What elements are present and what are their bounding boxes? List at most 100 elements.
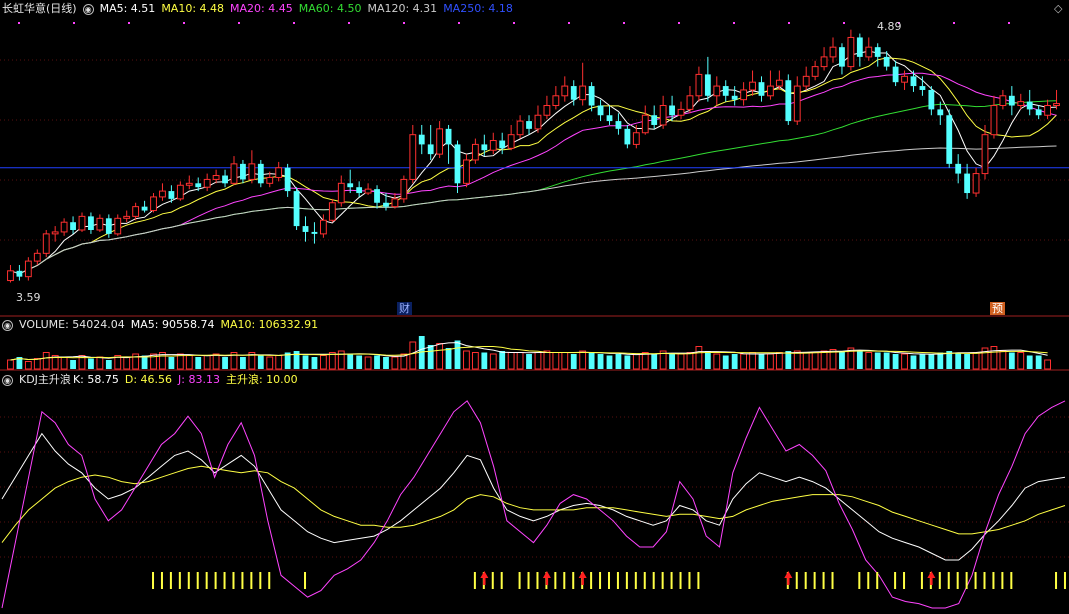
zsl-bar xyxy=(831,572,834,589)
candle-body-up xyxy=(802,75,810,87)
volume-bar-up xyxy=(775,352,783,370)
candle-body-down xyxy=(16,270,23,277)
volume-bar-up xyxy=(516,352,524,370)
zsl-bar xyxy=(661,572,664,589)
volume-bar-down xyxy=(383,357,389,369)
volume-bar-up xyxy=(579,350,587,370)
candle-body-down xyxy=(785,80,792,122)
zsl-bar xyxy=(590,572,593,589)
candle-body-up xyxy=(391,198,399,208)
event-dot xyxy=(128,22,130,24)
candle-body-down xyxy=(758,82,765,96)
volume-value: VOLUME: 54024.04 xyxy=(19,318,125,331)
event-dot xyxy=(953,22,955,24)
zsl-bar xyxy=(974,572,977,589)
volume-settings-circle-icon[interactable]: ◉ xyxy=(2,319,13,331)
zsl-bar xyxy=(804,572,807,589)
candle-body-up xyxy=(463,159,470,184)
zsl-bar xyxy=(822,572,825,589)
zsl-bar xyxy=(947,572,950,589)
candle-body-down xyxy=(1026,101,1033,110)
candle-body-down xyxy=(669,105,675,116)
settings-circle-icon[interactable]: ◉ xyxy=(82,3,94,15)
up-arrow-icon xyxy=(480,571,489,585)
candle-body-up xyxy=(471,143,479,161)
ma10-line xyxy=(10,57,1057,275)
candle-body-down xyxy=(356,187,363,194)
candle-body-down xyxy=(606,115,613,122)
candle-body-up xyxy=(713,85,721,97)
candle-body-down xyxy=(839,47,845,67)
event-dot xyxy=(843,22,845,24)
candle-body-up xyxy=(820,56,828,68)
zsl-bar xyxy=(1010,572,1013,589)
ma120-line xyxy=(10,145,1057,275)
zsl-bar xyxy=(903,572,906,589)
volume-bar-down xyxy=(347,354,354,369)
volume-bar-down xyxy=(1035,355,1042,369)
candle-body-down xyxy=(955,163,962,174)
candle-body-up xyxy=(775,79,783,87)
volume-bar-up xyxy=(212,353,220,370)
candle-body-down xyxy=(874,47,881,57)
volume-bar-up xyxy=(820,350,828,370)
stock-title[interactable]: 长虹华意(日线) xyxy=(2,2,77,15)
volume-bar-up xyxy=(534,352,542,370)
volume-bar-down xyxy=(856,351,863,369)
event-dot xyxy=(1008,22,1010,24)
event-dot xyxy=(733,22,735,24)
volume-bar-down xyxy=(311,357,318,369)
candle-body-up xyxy=(60,221,68,233)
event-dot xyxy=(513,22,515,24)
volume-bar-down xyxy=(588,352,595,369)
zsl-bar xyxy=(956,572,959,589)
candle-body-up xyxy=(51,231,59,235)
volume-bar-down xyxy=(454,340,461,369)
volume-bar-down xyxy=(374,355,380,369)
candle-body-up xyxy=(793,85,801,122)
zsl-bar xyxy=(670,572,673,589)
zsl-bar xyxy=(196,572,199,589)
volume-bar-down xyxy=(839,351,845,369)
volume-bar-down xyxy=(222,357,228,369)
zsl-bar xyxy=(643,572,646,589)
volume-bar-up xyxy=(767,353,774,370)
candle-body-up xyxy=(33,252,41,262)
kdj-k-line xyxy=(1,432,1066,561)
volume-bar-down xyxy=(892,354,899,369)
forecast-marker[interactable]: 预 xyxy=(990,302,1005,315)
candle-body-up xyxy=(552,95,560,107)
up-arrow-icon xyxy=(578,571,587,585)
ma60-line xyxy=(10,100,1057,275)
zsl-bar xyxy=(518,572,521,589)
volume-bar-up xyxy=(409,341,417,370)
zsl-bar xyxy=(858,572,861,589)
event-dot xyxy=(458,22,460,24)
kdj-d-line xyxy=(1,465,1066,543)
volume-bar-up xyxy=(266,356,274,370)
volume-bar-up xyxy=(96,356,104,370)
volume-bar-down xyxy=(874,352,881,369)
up-arrow-icon xyxy=(542,571,551,585)
candle-body-up xyxy=(185,182,193,186)
candle-body-down xyxy=(883,56,890,67)
collapse-diamond-icon[interactable]: ◇ xyxy=(1054,2,1062,16)
zsl-bar xyxy=(679,572,682,589)
volume-bar-up xyxy=(972,352,980,370)
financial-report-marker[interactable]: 财 xyxy=(397,302,412,315)
candle-body-down xyxy=(731,95,738,100)
event-dot xyxy=(183,22,185,24)
zsl-bar xyxy=(867,572,870,589)
volume-bar-down xyxy=(499,351,506,369)
candle-body-down xyxy=(141,206,148,211)
volume-bar-down xyxy=(615,354,622,369)
grid-lines xyxy=(0,22,1069,558)
candle-body-down xyxy=(195,183,202,188)
candle-body-down xyxy=(293,191,300,227)
zsl-bar xyxy=(500,572,503,589)
volume-bar-down xyxy=(731,354,738,369)
candle-body-up xyxy=(436,128,444,155)
candle-body-down xyxy=(624,128,631,145)
kdj-settings-circle-icon[interactable]: ◉ xyxy=(2,374,13,386)
volume-bar-up xyxy=(60,356,68,370)
